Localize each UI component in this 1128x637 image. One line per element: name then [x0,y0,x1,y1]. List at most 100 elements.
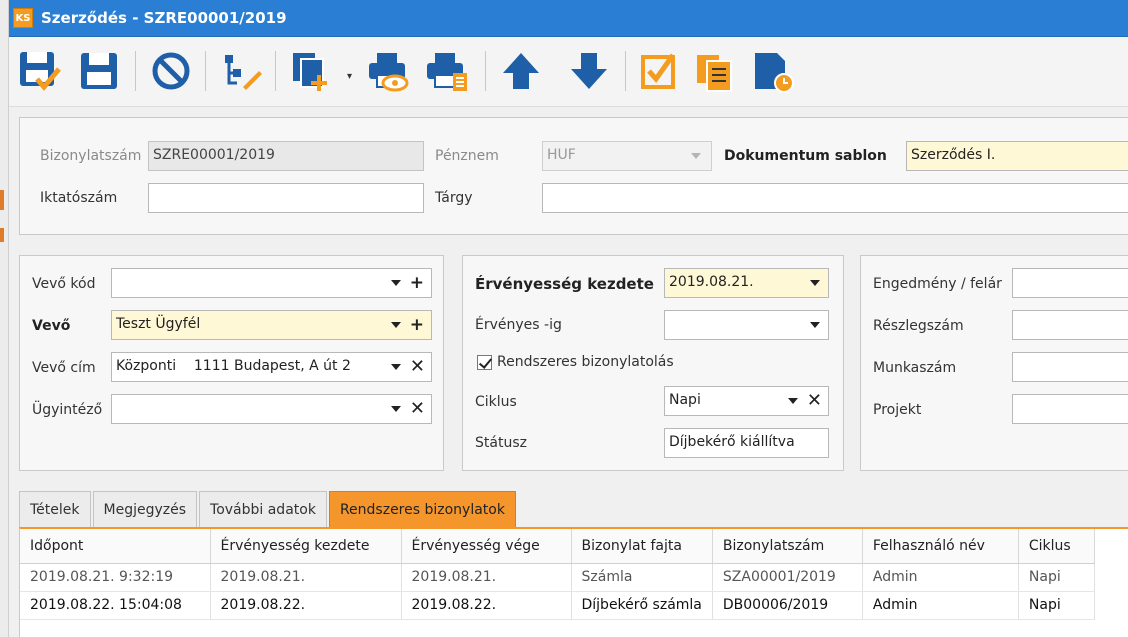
chevron-down-icon[interactable] [391,322,401,328]
chevron-down-icon [691,153,701,159]
chevron-down-icon[interactable] [391,406,401,412]
tab-recurring-documents[interactable]: Rendszeres bizonylatok [328,491,516,527]
subject-input[interactable] [542,183,1128,213]
tab-items[interactable]: Tételek [19,491,91,527]
customer-address-label: Vevő cím [32,360,96,376]
toolbar-separator [205,51,206,91]
project-input[interactable] [1012,394,1128,424]
table-cell: DB00006/2019 [712,591,863,620]
customer-code-label: Vevő kód [32,276,96,292]
chevron-down-icon[interactable] [788,398,798,404]
clear-icon[interactable]: ✕ [410,398,425,419]
copy-new-icon [293,53,327,91]
checklist-icon [641,53,676,89]
chevron-down-icon[interactable] [391,364,401,370]
hierarchy-edit-button[interactable] [217,47,265,95]
plus-icon[interactable]: + [410,315,424,335]
doc-number-label: Bizonylatszám [40,148,142,164]
table-row[interactable]: 2019.08.22. 15:04:08 2019.08.22. 2019.08… [20,591,1095,620]
customer-address-select[interactable]: Központi 1111 Budapest, A út 2 ✕ [111,352,432,382]
agent-label: Ügyintéző [32,402,103,418]
print-preview-icon [369,53,409,92]
edge-marker [0,228,4,242]
chevron-down-icon[interactable] [810,322,820,328]
documents-icon [697,55,732,92]
cycle-value: Napi [669,392,701,408]
tab-notes[interactable]: Megjegyzés [92,491,198,527]
recurring-label: Rendszeres bizonylatolás [497,354,674,370]
scheduled-document-icon [755,53,794,93]
customer-select[interactable]: Teszt Ügyfél + [111,310,432,340]
plus-icon[interactable]: + [410,273,424,293]
discount-input[interactable] [1012,268,1128,298]
tab-additional-data[interactable]: További adatok [199,491,327,527]
app-logo-icon: KS [13,8,33,28]
recurring-documents-grid: Időpont Érvényesség kezdete Érvényesség … [19,527,1128,637]
arrow-down-icon [571,53,607,89]
print-preview-button[interactable] [363,47,411,95]
currency-select: HUF [542,141,712,171]
header-panel: Bizonylatszám SZRE00001/2019 Pénznem HUF… [19,117,1128,235]
customer-panel: Vevő kód + Vevő Teszt Ügyfél + Vevő cím … [19,255,444,471]
installment-label: Részlegszám [873,318,964,334]
table-cell: 2019.08.22. [210,591,402,620]
move-down-button[interactable] [565,47,613,95]
save-button[interactable] [75,47,123,95]
print-list-icon [427,53,467,91]
cancel-icon [152,52,190,90]
toolbar: ▾ [9,37,1128,107]
documents-button[interactable] [691,47,739,95]
column-header[interactable]: Bizonylat fajta [571,529,713,564]
template-field[interactable]: Szerződés I. [906,141,1128,171]
data-table: Időpont Érvényesség kezdete Érvényesség … [20,529,1095,620]
cycle-select[interactable]: Napi ✕ [664,386,829,416]
scheduled-document-button[interactable] [749,47,797,95]
filing-number-input[interactable] [148,183,424,213]
table-cell: Admin [862,563,1019,592]
validity-start-select[interactable]: 2019.08.21. [664,268,829,298]
recurring-checkbox[interactable] [477,355,492,370]
table-row[interactable]: 2019.08.21. 9:32:19 2019.08.21. 2019.08.… [20,563,1095,592]
table-cell: Díjbekérő számla [571,591,713,620]
save-and-approve-button[interactable] [15,47,63,95]
table-cell: 2019.08.22. 15:04:08 [20,591,211,620]
table-cell: 2019.08.22. [401,591,572,620]
column-header[interactable]: Bizonylatszám [712,529,863,564]
validity-start-value: 2019.08.21. [669,274,754,290]
checklist-button[interactable] [635,47,683,95]
doc-number-field: SZRE00001/2019 [148,141,424,171]
clear-icon[interactable]: ✕ [807,390,822,411]
tab-strip: Tételek Megjegyzés További adatok Rendsz… [19,491,518,527]
valid-until-select[interactable] [664,310,829,340]
print-list-button[interactable] [423,47,471,95]
agent-select[interactable]: ✕ [111,394,432,424]
customer-code-select[interactable]: + [111,268,432,298]
toolbar-separator [275,51,276,91]
chevron-down-icon[interactable] [810,280,820,286]
work-number-input[interactable] [1012,352,1128,382]
title-bar: KS Szerződés - SZRE00001/2019 [9,0,1128,37]
table-cell: 2019.08.21. [210,563,402,592]
chevron-down-icon[interactable]: ▾ [347,71,352,82]
chevron-down-icon[interactable] [391,280,401,286]
column-header[interactable]: Érvényesség kezdete [210,529,402,564]
contract-window: KS Szerződés - SZRE00001/2019 ▾ Bizonyla… [0,0,1128,637]
column-header[interactable]: Időpont [20,529,211,564]
subject-label: Tárgy [435,190,473,206]
save-icon [81,53,117,89]
filing-number-label: Iktatószám [40,190,118,206]
column-header[interactable]: Ciklus [1018,529,1095,564]
arrow-up-icon [503,53,539,89]
move-up-button[interactable] [497,47,545,95]
cancel-button[interactable] [147,47,195,95]
column-header[interactable]: Érvényesség vége [401,529,572,564]
customer-address-value: Központi 1111 Budapest, A út 2 [116,358,351,374]
clear-icon[interactable]: ✕ [410,356,425,377]
toolbar-separator [625,51,626,91]
installment-input[interactable] [1012,310,1128,340]
copy-new-button[interactable] [287,47,335,95]
currency-label: Pénznem [435,148,499,164]
window-title: Szerződés - SZRE00001/2019 [41,9,287,27]
column-header[interactable]: Felhasználó név [862,529,1019,564]
template-label: Dokumentum sablon [724,148,887,164]
